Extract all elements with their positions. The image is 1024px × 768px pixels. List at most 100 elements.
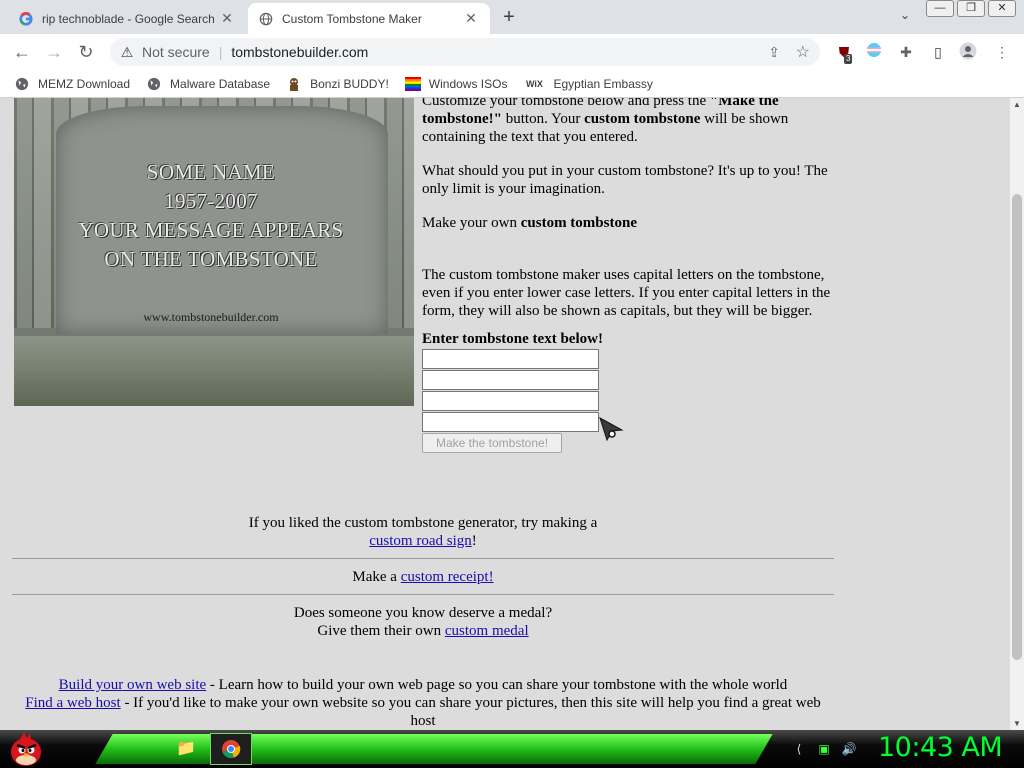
bookmark-label: Windows ISOs [428,76,508,91]
bonzi-icon [286,76,302,92]
cursor-icon [599,416,624,442]
vertical-scrollbar[interactable]: ▲ ▼ [1010,98,1024,730]
bookmark-label: MEMZ Download [38,76,131,91]
intro-bold-term: custom tombstone [584,111,701,127]
tray-overflow-icon[interactable]: ⟨ [790,740,808,758]
kebab-menu-icon[interactable]: ⋮ [992,42,1012,62]
tab-title: rip technoblade - Google Search [42,11,215,26]
side-panel-icon[interactable]: ▯ [928,42,948,62]
divider [12,558,834,559]
trans-flag-icon[interactable] [864,42,884,62]
bookmark-malware-database[interactable]: Malware Database [146,76,270,92]
globe-icon [14,76,30,92]
medal-promo: Does someone you know deserve a medal? G… [12,604,834,640]
google-icon [18,11,34,27]
tombstone-engraving: SOME NAME 1957-2007 YOUR MESSAGE APPEARS… [56,158,366,274]
reload-button[interactable]: ↻ [74,40,98,64]
restore-button[interactable]: ❐ [957,0,985,17]
capitals-note: The custom tombstone maker uses capital … [422,267,831,319]
bookmark-memz-download[interactable]: MEMZ Download [14,76,130,92]
tombstone-line-4: ON THE TOMBSTONE [104,247,318,271]
minimize-button[interactable]: — [926,0,954,17]
find-web-host-link[interactable]: Find a web host [25,695,120,711]
enter-text-label: Enter tombstone text below! [422,331,603,347]
tab-custom-tombstone-maker[interactable]: Custom Tombstone Maker ✕ [248,3,490,34]
file-explorer-icon[interactable]: 📁 [176,738,196,758]
start-button-angry-bird-icon[interactable] [6,730,46,768]
custom-receipt-link[interactable]: custom receipt! [401,569,494,585]
window-close-button[interactable]: ✕ [988,0,1016,17]
divider: | [218,44,223,60]
volume-icon[interactable]: 🔊 [840,740,858,758]
bookmarks-bar: MEMZ Download Malware Database Bonzi BUD… [0,70,1024,98]
forward-button[interactable]: → [42,40,66,64]
bookmark-bonzi-buddy[interactable]: Bonzi BUDDY! [286,76,389,92]
intro-text: Customize your tombstone below and press… [422,98,710,109]
close-icon[interactable]: ✕ [218,10,236,28]
road-sign-promo: If you liked the custom tombstone genera… [12,514,834,550]
chrome-taskbar-button[interactable] [210,733,252,765]
rainbow-flag-icon [404,76,421,92]
bookmark-label: Malware Database [170,76,271,91]
new-tab-button[interactable]: + [497,6,521,30]
tab-title: Custom Tombstone Maker [282,11,422,26]
build-web-site-link[interactable]: Build your own web site [59,677,207,693]
extensions-puzzle-icon[interactable]: ✚ [896,42,916,62]
tombstone-line-4-input[interactable] [422,412,599,432]
scroll-down-arrow-icon[interactable]: ▼ [1013,719,1021,728]
tab-strip: rip technoblade - Google Search ✕ Custom… [0,0,1024,34]
scroll-up-arrow-icon[interactable]: ▲ [1013,100,1021,109]
url-text[interactable]: tombstonebuilder.com [231,44,368,60]
make-own-text: Make your own [422,215,521,231]
build-description: - Learn how to build your own web page s… [206,677,788,693]
bookmark-egyptian-embassy[interactable]: WiX Egyptian Embassy [523,76,653,92]
bookmark-windows-isos[interactable]: Windows ISOs [404,76,508,92]
question-paragraph: What should you put in your custom tombs… [422,163,828,197]
custom-road-sign-link[interactable]: custom road sign [369,533,472,549]
share-icon[interactable]: ⇪ [768,44,780,61]
globe-icon [258,11,274,27]
taskbar: 📁 ⟨ ▣ 🔊 10:43 AM [0,730,1024,768]
address-bar[interactable]: ⚠ Not secure | tombstonebuilder.com ⇪ ☆ [110,38,820,66]
bookmark-star-icon[interactable]: ☆ [796,42,810,62]
road-sign-text: If you liked the custom tombstone genera… [248,515,598,531]
medal-text: Give them their own [317,623,445,639]
warning-icon[interactable]: ⚠ [118,44,136,61]
bookmark-label: Egyptian Embassy [553,76,653,91]
wix-icon: WiX [526,78,543,89]
tombstone-preview-image: SOME NAME 1957-2007 YOUR MESSAGE APPEARS… [14,98,414,406]
tombstone-line-1: SOME NAME [146,160,276,184]
tombstone-line-3: YOUR MESSAGE APPEARS [78,218,344,242]
intro-paragraph: Customize your tombstone below and press… [422,98,832,146]
page-viewport: SOME NAME 1957-2007 YOUR MESSAGE APPEARS… [0,98,1010,730]
tombstone-line-1-input[interactable] [422,349,599,369]
bookmark-label: Bonzi BUDDY! [310,76,389,91]
tab-google-search[interactable]: rip technoblade - Google Search ✕ [8,3,246,34]
intro-text: button. Your [502,111,585,127]
scroll-thumb[interactable] [1012,194,1022,660]
medal-question: Does someone you know deserve a medal? [293,605,553,621]
make-own-bold: custom tombstone [520,215,637,231]
host-description: - If you'd like to make your own website… [120,695,821,729]
make-own-heading: Make your own custom tombstone [422,214,832,232]
ublock-count-badge: 3 [844,54,853,64]
divider [12,594,834,595]
back-button[interactable]: ← [10,40,34,64]
exclamation: ! [471,533,477,549]
instructions-column: Customize your tombstone below and press… [422,98,832,453]
chevron-down-icon[interactable]: ⌄ [895,8,915,28]
taskbar-glow [95,734,773,764]
tombstone-line-2-input[interactable] [422,370,599,390]
security-label[interactable]: Not secure [142,44,210,60]
close-icon[interactable]: ✕ [462,10,480,28]
chrome-icon [222,740,241,759]
taskbar-clock[interactable]: 10:43 AM [878,732,1003,763]
custom-medal-link[interactable]: custom medal [445,623,529,639]
network-icon[interactable]: ▣ [815,740,833,758]
profile-icon[interactable] [958,42,978,62]
tombstone-base [14,336,414,406]
make-tombstone-button[interactable]: Make the tombstone! [422,433,562,453]
tombstone-line-3-input[interactable] [422,391,599,411]
receipt-promo: Make a custom receipt! [12,568,834,586]
